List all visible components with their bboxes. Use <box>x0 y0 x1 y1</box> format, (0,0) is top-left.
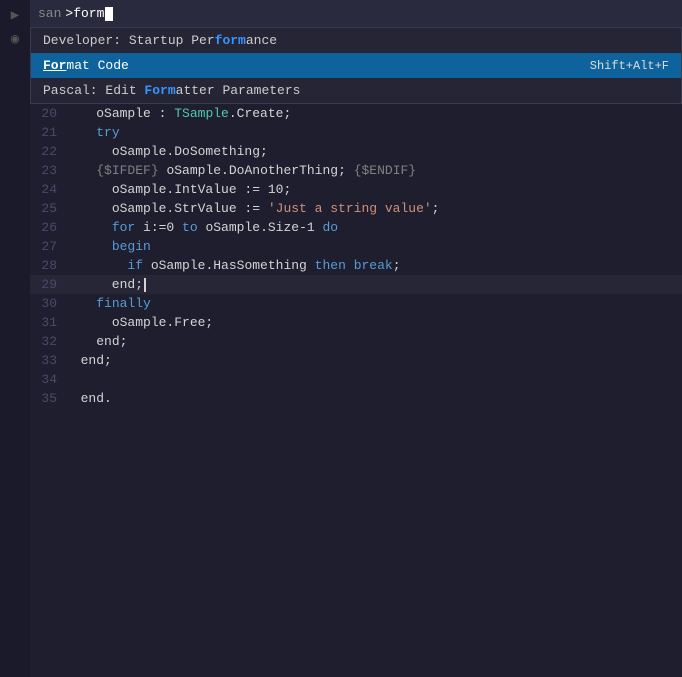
line-num-20: 20 <box>30 104 65 123</box>
code-line-20: 20 oSample : TSample.Create; <box>30 104 682 123</box>
autocomplete-item-dev-startup[interactable]: Developer: Startup Performance <box>31 28 681 53</box>
line-content-27: begin <box>65 237 682 256</box>
line-num-30: 30 <box>30 294 65 313</box>
line-num-22: 22 <box>30 142 65 161</box>
autocomplete-container: san >form Developer: Startup Performance… <box>30 0 682 104</box>
line-content-31: oSample.Free; <box>65 313 682 332</box>
code-line-24: 24 oSample.IntValue := 10; <box>30 180 682 199</box>
code-line-34: 34 <box>30 370 682 389</box>
line-content-22: oSample.DoSomething; <box>65 142 682 161</box>
sidebar: ▶ ◉ <box>0 0 30 677</box>
code-line-32: 32 end; <box>30 332 682 351</box>
line-num-34: 34 <box>30 370 65 389</box>
line-num-27: 27 <box>30 237 65 256</box>
autocomplete-item-text-3: Pascal: Edit Formatter Parameters <box>43 83 649 98</box>
search-text: >form <box>65 6 104 21</box>
highlight-form-3: Form <box>144 83 175 98</box>
line-content-28: if oSample.HasSomething then break; <box>65 256 682 275</box>
line-num-26: 26 <box>30 218 65 237</box>
autocomplete-item-format-code[interactable]: Format Code Shift+Alt+F <box>31 53 681 78</box>
line-content-26: for i:=0 to oSample.Size-1 do <box>65 218 682 237</box>
highlight-form-1: form <box>215 33 246 48</box>
line-content-23: {$IFDEF} oSample.DoAnotherThing; {$ENDIF… <box>65 161 682 180</box>
line-num-28: 28 <box>30 256 65 275</box>
line-num-31: 31 <box>30 313 65 332</box>
code-line-25: 25 oSample.StrValue := 'Just a string va… <box>30 199 682 218</box>
code-line-27: 27 begin <box>30 237 682 256</box>
code-line-28: 28 if oSample.HasSomething then break; <box>30 256 682 275</box>
text-cursor <box>105 7 113 21</box>
code-line-29: 29 end; <box>30 275 682 294</box>
highlight-format-2: For <box>43 58 66 73</box>
line-content-30: finally <box>65 294 682 313</box>
code-line-31: 31 oSample.Free; <box>30 313 682 332</box>
editor-area: san >form Developer: Startup Performance… <box>30 0 682 677</box>
line-content-20: oSample : TSample.Create; <box>65 104 682 123</box>
code-line-23: 23 {$IFDEF} oSample.DoAnotherThing; {$EN… <box>30 161 682 180</box>
code-line-35: 35 end. <box>30 389 682 408</box>
line-num-35: 35 <box>30 389 65 408</box>
code-line-26: 26 for i:=0 to oSample.Size-1 do <box>30 218 682 237</box>
code-cursor <box>144 278 146 292</box>
line-num-23: 23 <box>30 161 65 180</box>
code-line-21: 21 try <box>30 123 682 142</box>
search-bar[interactable]: san >form <box>30 0 682 28</box>
autocomplete-item-text-2: Format Code <box>43 58 570 73</box>
sidebar-icon-1[interactable]: ▶ <box>4 4 26 26</box>
line-num-33: 33 <box>30 351 65 370</box>
line-content-25: oSample.StrValue := 'Just a string value… <box>65 199 682 218</box>
line-num-25: 25 <box>30 199 65 218</box>
autocomplete-item-shortcut-2: Shift+Alt+F <box>590 59 669 73</box>
line-content-24: oSample.IntValue := 10; <box>65 180 682 199</box>
code-area: 16 // what to do when clicking 17 proced… <box>30 28 682 677</box>
code-line-22: 22 oSample.DoSomething; <box>30 142 682 161</box>
line-content-35: end. <box>65 389 682 408</box>
search-prefix: san <box>38 6 61 21</box>
line-num-24: 24 <box>30 180 65 199</box>
line-num-32: 32 <box>30 332 65 351</box>
autocomplete-item-text: Developer: Startup Performance <box>43 33 649 48</box>
search-input[interactable]: >form <box>65 6 113 21</box>
line-content-29: end; <box>65 275 682 294</box>
line-content-21: try <box>65 123 682 142</box>
line-num-21: 21 <box>30 123 65 142</box>
autocomplete-dropdown: Developer: Startup Performance Format Co… <box>30 28 682 104</box>
code-line-33: 33 end; <box>30 351 682 370</box>
sidebar-icon-2[interactable]: ◉ <box>4 28 26 50</box>
line-num-29: 29 <box>30 275 65 294</box>
autocomplete-item-pascal-formatter[interactable]: Pascal: Edit Formatter Parameters <box>31 78 681 103</box>
line-content-32: end; <box>65 332 682 351</box>
line-content-33: end; <box>65 351 682 370</box>
code-line-30: 30 finally <box>30 294 682 313</box>
